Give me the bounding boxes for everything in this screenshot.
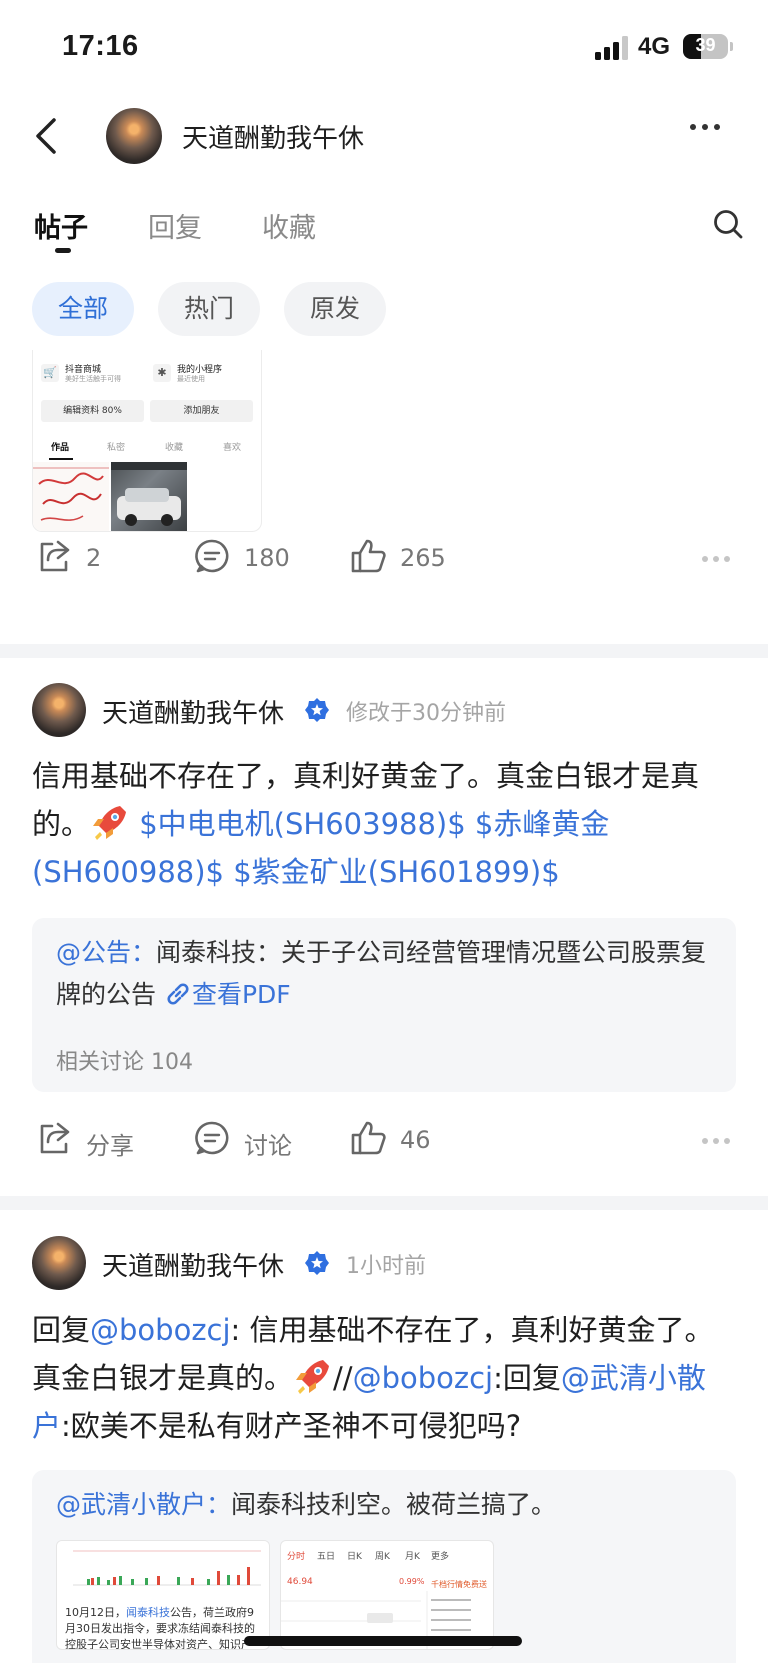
- rocket-icon: [93, 806, 127, 840]
- post2-author[interactable]: 天道酬勤我午休: [102, 1246, 284, 1283]
- news-screenshot-thumbnail[interactable]: 10月12日，闻泰科技公告，荷兰政府9 月30日发出指令，要求冻结闻泰科技的 控…: [56, 1540, 270, 1650]
- tab-favorites[interactable]: 收藏: [262, 206, 316, 245]
- post1-quote-card[interactable]: @公告：闻泰科技：关于子公司经营管理情况暨公司股票复牌的公告 查看PDF 相关讨…: [32, 918, 736, 1092]
- quote-mention[interactable]: @武清小散户：: [56, 1490, 231, 1519]
- link-icon: [167, 983, 189, 1005]
- post1-action-bar: 分享 讨论 46: [0, 1110, 768, 1170]
- post0-like-button[interactable]: 265: [350, 528, 470, 588]
- share-icon: [40, 1122, 70, 1154]
- battery-tip: [730, 42, 733, 51]
- post1-avatar[interactable]: [32, 683, 86, 737]
- filter-chips: 全部 热门 原发: [0, 282, 768, 338]
- related-discussions[interactable]: 相关讨论 104: [56, 1044, 193, 1076]
- cart-icon: 🛒: [41, 364, 59, 382]
- network-type: 4G: [638, 33, 671, 60]
- post0-action-bar: 2 180 265: [0, 528, 768, 588]
- post-image-preview[interactable]: 🛒 抖音商城 美好生活触手可得 ✱ 我的小程序 最近使用 编辑资料 80% 添加…: [32, 350, 262, 532]
- tab-posts[interactable]: 帖子: [34, 206, 88, 245]
- more-options-icon[interactable]: [688, 124, 722, 134]
- filter-all[interactable]: 全部: [32, 282, 134, 336]
- comment-icon: [195, 1121, 229, 1155]
- mention-bobozcj[interactable]: @bobozcj: [90, 1313, 231, 1347]
- status-time: 17:16: [62, 30, 139, 62]
- profile-avatar[interactable]: [106, 108, 162, 164]
- rocket-icon: [296, 1360, 330, 1394]
- back-arrow-icon[interactable]: [30, 114, 64, 158]
- preview-add-button: 添加朋友: [150, 400, 253, 422]
- post0-share-button[interactable]: 2: [36, 528, 136, 588]
- post2-time: 1小时前: [346, 1254, 426, 1279]
- post2-header: 天道酬勤我午休 1小时前: [0, 1236, 768, 1296]
- post2-avatar[interactable]: [32, 1236, 86, 1290]
- post1-time: 修改于30分钟前: [346, 701, 506, 726]
- post1-header: 天道酬勤我午休 修改于30分钟前: [0, 683, 768, 743]
- view-pdf-link[interactable]: 查看PDF: [192, 980, 291, 1009]
- signal-icon: [595, 36, 629, 60]
- asterisk-icon: ✱: [153, 364, 171, 382]
- verified-badge-icon: [305, 698, 329, 722]
- post2-quote-card[interactable]: @武清小散户：闻泰科技利空。被荷兰搞了。 10月12日，闻泰科技公告，荷兰政府9: [32, 1470, 736, 1663]
- post1-comment-button[interactable]: 讨论: [194, 1110, 314, 1170]
- home-indicator: [244, 1636, 522, 1646]
- status-bar: 17:16 4G 39: [0, 0, 768, 96]
- post0-comment-button[interactable]: 180: [194, 528, 314, 588]
- mention-bobozcj-2[interactable]: @bobozcj: [353, 1361, 494, 1395]
- thumbs-up-icon: [351, 1121, 386, 1155]
- post1-share-button[interactable]: 分享: [36, 1110, 156, 1170]
- stock-chart-thumbnail[interactable]: 分时 五日 日K 周K 月K 更多 46.94 0.99% 千档行情免费送: [280, 1540, 494, 1650]
- filter-hot[interactable]: 热门: [158, 282, 260, 336]
- search-icon[interactable]: [712, 208, 744, 240]
- post1-like-button[interactable]: 46: [350, 1110, 470, 1170]
- post1-more-icon[interactable]: [702, 1138, 730, 1146]
- verified-badge-icon: [305, 1251, 329, 1275]
- post-separator: [0, 644, 768, 658]
- car-photo-thumbnail: [111, 462, 187, 531]
- post1-author[interactable]: 天道酬勤我午休: [102, 693, 284, 730]
- filter-original[interactable]: 原发: [284, 282, 386, 336]
- battery-icon: 39: [683, 34, 728, 59]
- comment-icon: [195, 539, 229, 573]
- preview-edit-button: 编辑资料 80%: [41, 400, 144, 422]
- content-tabs: 帖子 回复 收藏: [0, 196, 768, 260]
- tab-replies[interactable]: 回复: [148, 206, 202, 245]
- nav-bar: 天道酬勤我午休: [0, 96, 768, 176]
- handwriting-thumbnail: [33, 462, 109, 531]
- active-tab-indicator: [55, 248, 71, 253]
- stock-link-1[interactable]: $中电电机(SH603988)$: [139, 807, 465, 841]
- post-separator: [0, 1196, 768, 1210]
- thumbs-up-icon: [351, 539, 386, 573]
- stock-link-3[interactable]: $紫金矿业(SH601899)$: [233, 855, 559, 889]
- post0-more-icon[interactable]: [702, 556, 730, 564]
- post2-content[interactable]: 回复@bobozcj: 信用基础不存在了，真利好黄金了。真金白银才是真的。//@…: [32, 1306, 736, 1450]
- share-icon: [40, 540, 70, 572]
- profile-name: 天道酬勤我午休: [182, 124, 365, 154]
- battery-level: 39: [695, 35, 716, 55]
- quote-mention[interactable]: @公告：: [56, 938, 156, 967]
- post1-content[interactable]: 信用基础不存在了，真利好黄金了。真金白银才是真的。 $中电电机(SH603988…: [32, 752, 736, 896]
